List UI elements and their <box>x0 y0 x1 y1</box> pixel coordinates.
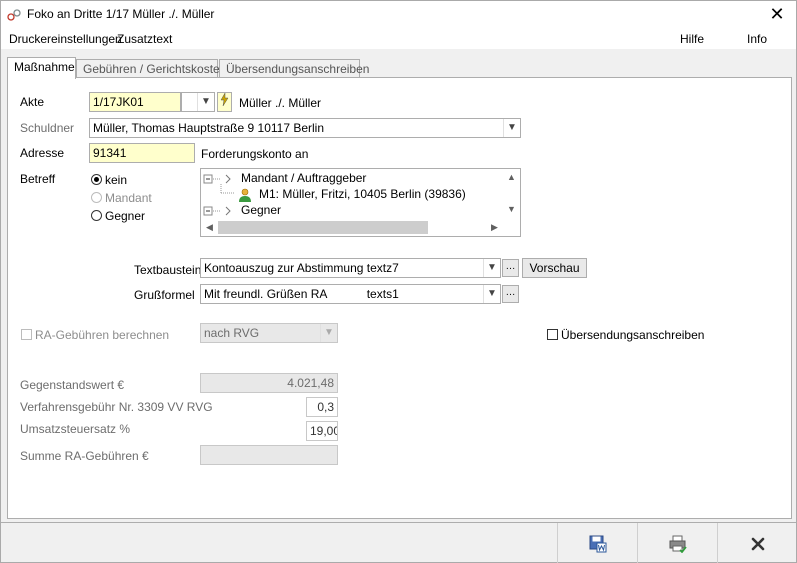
print-icon <box>669 535 687 553</box>
tree-horizontal-scrollbar[interactable]: ◀ ▶ <box>201 219 503 236</box>
chevron-down-icon: ▼ <box>320 324 337 342</box>
menu-hilfe[interactable]: Hilfe <box>680 32 704 46</box>
verfahrensgebuehr-input[interactable]: 0,3 <box>306 397 338 417</box>
lightning-icon <box>220 92 229 107</box>
tree-item-gegner-label: Gegner <box>241 203 282 217</box>
chevron-down-icon: ▼ <box>483 259 500 277</box>
grussformel-label: Grußformel <box>134 288 195 302</box>
akte-label: Akte <box>20 95 45 109</box>
tab-uebersendungsanschreiben[interactable]: Übersendungsanschreiben <box>219 59 369 78</box>
scroll-thumb[interactable] <box>218 221 428 234</box>
save-word-button[interactable] <box>557 523 637 563</box>
checkbox-box <box>547 329 558 340</box>
chevron-down-icon[interactable]: ▼ <box>503 201 520 218</box>
window-title: Foko an Dritte 1/17 Müller ./. Müller <box>27 7 215 21</box>
app-icon <box>7 9 21 21</box>
betreff-label: Betreff <box>20 172 56 186</box>
save-word-icon <box>589 535 607 553</box>
tree-item-m1-label: M1: Müller, Fritzi, 10405 Berlin (39836) <box>259 187 466 201</box>
rvg-select[interactable]: nach RVG ▼ <box>200 323 338 343</box>
grussformel-value: Mit freundl. Grüßen RA texts1 <box>204 287 399 301</box>
print-button[interactable] <box>637 523 717 563</box>
schuldner-label: Schuldner <box>20 121 75 135</box>
radio-kein-label: kein <box>105 173 128 187</box>
title-bar: Foko an Dritte 1/17 Müller ./. Müller ✕ <box>1 1 796 29</box>
schuldner-value: Müller, Thomas Hauptstraße 9 10117 Berli… <box>93 121 325 135</box>
checkbox-box <box>21 329 32 340</box>
akte-name: Müller ./. Müller <box>239 96 322 110</box>
ra-gebuehren-label: RA-Gebühren berechnen <box>35 328 170 342</box>
gegenstandswert-label: Gegenstandswert € <box>20 378 125 392</box>
uebersendungsanschreiben-checkbox[interactable]: Übersendungsanschreiben <box>547 328 704 342</box>
textbaustein-label: Textbaustein <box>134 263 202 277</box>
summe-input[interactable] <box>200 445 338 465</box>
chevron-right-icon[interactable]: ▶ <box>486 219 503 236</box>
tree-vertical-scrollbar[interactable]: ▲ ▼ <box>503 169 520 219</box>
betreff-tree[interactable]: Mandant / Auftraggeber M1: Müller, Fritz… <box>200 168 521 237</box>
textbaustein-browse-button[interactable]: … <box>502 259 519 277</box>
radio-mandant[interactable]: Mandant <box>91 191 152 205</box>
footer-bar <box>1 522 797 563</box>
grussformel-browse-button[interactable]: … <box>502 285 519 303</box>
radio-mandant-label: Mandant <box>105 191 152 205</box>
summe-label: Summe RA-Gebühren € <box>20 449 149 463</box>
chevron-left-icon[interactable]: ◀ <box>201 219 218 236</box>
person-icon <box>239 188 251 202</box>
chevron-up-icon[interactable]: ▲ <box>503 169 520 186</box>
adresse-label: Adresse <box>20 146 65 160</box>
chevron-down-icon: ▼ <box>483 285 500 303</box>
akte-input[interactable]: 1/17JK01 <box>89 92 181 112</box>
textbaustein-select[interactable]: Kontoauszug zur Abstimmung textz7 ▼ <box>200 258 501 278</box>
akte-dropdown[interactable]: ▼ <box>181 92 215 112</box>
cancel-button[interactable] <box>717 523 797 563</box>
chevron-down-icon: ▼ <box>503 119 520 137</box>
tree-expand-icon <box>203 206 231 216</box>
radio-kein[interactable]: kein <box>91 173 127 187</box>
schuldner-select[interactable]: Müller, Thomas Hauptstraße 9 10117 Berli… <box>89 118 521 138</box>
tree-line-icon <box>220 184 235 194</box>
ra-gebuehren-checkbox[interactable]: RA-Gebühren berechnen <box>21 328 169 342</box>
adresse-note: Forderungskonto an <box>201 147 309 161</box>
tree-item-mandant-label: Mandant / Auftraggeber <box>241 171 367 185</box>
tab-massnahme[interactable]: Maßnahme <box>7 57 76 79</box>
rvg-value: nach RVG <box>204 326 260 340</box>
textbaustein-value: Kontoauszug zur Abstimmung textz7 <box>204 261 399 275</box>
uebersendungsanschreiben-label: Übersendungsanschreiben <box>561 328 705 342</box>
verfahrensgebuehr-label: Verfahrensgebühr Nr. 3309 VV RVG <box>20 400 213 414</box>
radio-gegner-label: Gegner <box>105 209 146 223</box>
menu-zusatztext[interactable]: Zusatztext <box>117 32 172 46</box>
radio-gegner[interactable]: Gegner <box>91 209 145 223</box>
vorschau-button[interactable]: Vorschau <box>522 258 587 278</box>
menu-info[interactable]: Info <box>747 32 767 46</box>
radio-dot <box>91 192 102 203</box>
tab-gebuehren[interactable]: Gebühren / Gerichtskosten <box>76 59 226 78</box>
menu-druckereinstellungen[interactable]: Druckereinstellungen <box>9 32 122 46</box>
menu-bar: Druckereinstellungen Zusatztext Hilfe In… <box>1 29 796 49</box>
radio-dot <box>91 210 102 221</box>
cancel-icon <box>751 537 765 551</box>
gegenstandswert-input[interactable]: 4.021,48 <box>200 373 338 393</box>
grussformel-select[interactable]: Mit freundl. Grüßen RA texts1 ▼ <box>200 284 501 304</box>
flash-button[interactable] <box>217 92 232 112</box>
chevron-down-icon: ▼ <box>197 93 214 111</box>
adresse-input[interactable]: 91341 <box>89 143 195 163</box>
umsatzsteuer-label: Umsatzsteuersatz % <box>20 422 131 436</box>
umsatzsteuer-input[interactable]: 19,00 <box>306 421 338 441</box>
close-icon[interactable]: ✕ <box>768 5 786 23</box>
radio-dot <box>91 174 102 185</box>
dialog-window: Foko an Dritte 1/17 Müller ./. Müller ✕ … <box>0 0 797 563</box>
